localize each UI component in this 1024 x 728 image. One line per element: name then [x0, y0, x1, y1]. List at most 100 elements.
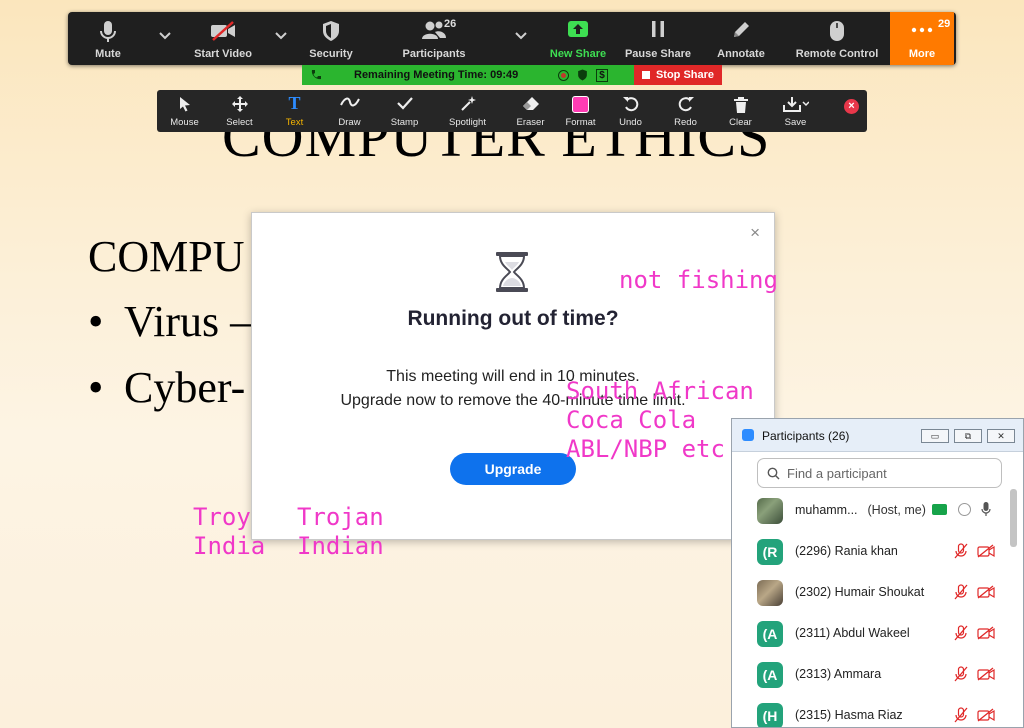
- tool-spotlight[interactable]: Spotlight: [432, 90, 503, 132]
- bullet-1-text: Virus –: [124, 297, 253, 346]
- trash-icon: [733, 97, 748, 113]
- upgrade-button[interactable]: Upgrade: [450, 453, 576, 485]
- more-button[interactable]: 29 More: [890, 12, 954, 65]
- redo-icon: [678, 97, 694, 112]
- slide-bullet-1: • Virus –: [88, 296, 252, 347]
- pause-share-label: Pause Share: [624, 48, 692, 60]
- more-label: More: [908, 48, 936, 60]
- close-panel-button[interactable]: ✕: [987, 429, 1015, 443]
- annotation-companies: South African Coca Cola ABL/NBP etc: [566, 377, 754, 463]
- tool-save-label: Save: [784, 117, 807, 128]
- tool-undo-label: Undo: [619, 117, 642, 128]
- tool-draw[interactable]: Draw: [322, 90, 377, 132]
- participants-button[interactable]: 26 Participants: [364, 12, 504, 65]
- magic-wand-icon: [460, 96, 476, 111]
- dollar-icon[interactable]: $: [596, 68, 608, 82]
- tool-text[interactable]: T Text: [267, 90, 322, 132]
- tool-redo[interactable]: Redo: [658, 90, 713, 132]
- participant-row[interactable]: (A (2311) Abdul Wakeel: [732, 613, 1007, 654]
- video-muted-icon[interactable]: [977, 708, 995, 722]
- stop-share-button[interactable]: Stop Share: [634, 65, 722, 85]
- meeting-toolbar: Mute Start Video Security 26 Participant…: [68, 12, 956, 65]
- restore-button[interactable]: ⧉: [954, 429, 982, 443]
- tool-eraser[interactable]: Eraser: [503, 90, 558, 132]
- mute-label: Mute: [95, 48, 121, 60]
- security-label: Security: [309, 48, 353, 60]
- tool-select[interactable]: Select: [212, 90, 267, 132]
- participant-row[interactable]: muhamm... (Host, me): [732, 490, 1007, 531]
- participant-row[interactable]: (H (2315) Hasma Riaz: [732, 695, 1007, 727]
- pencil-icon: [734, 22, 749, 37]
- bullet-symbol: •: [88, 297, 104, 346]
- new-share-button[interactable]: New Share: [538, 12, 618, 65]
- recording-icon: [958, 503, 971, 516]
- participants-panel-title: Participants (26): [762, 429, 850, 443]
- tool-eraser-label: Eraser: [516, 117, 545, 128]
- meeting-time-bar: Remaining Meeting Time: 09:49 $: [302, 65, 634, 85]
- tool-spotlight-label: Spotlight: [449, 117, 486, 128]
- video-options-caret[interactable]: [264, 12, 298, 65]
- tool-stamp[interactable]: Stamp: [377, 90, 432, 132]
- tool-save[interactable]: Save: [768, 90, 823, 132]
- download-icon: [782, 97, 809, 112]
- participants-panel: Participants (26) ▭ ⧉ ✕ muhamm...(Host, …: [731, 418, 1024, 728]
- time-limit-dialog: × Running out of time? This meeting will…: [251, 212, 775, 540]
- shield-icon[interactable]: [577, 69, 588, 81]
- mic-muted-icon[interactable]: [954, 584, 968, 600]
- tool-format[interactable]: Format: [558, 90, 603, 132]
- hourglass-icon: [496, 252, 528, 292]
- mute-options-caret[interactable]: [148, 12, 182, 65]
- tool-clear[interactable]: Clear: [713, 90, 768, 132]
- avatar: (H: [757, 703, 783, 727]
- tool-clear-label: Clear: [729, 117, 752, 128]
- start-video-button[interactable]: Start Video: [182, 12, 264, 65]
- avatar: (A: [757, 621, 783, 647]
- participant-name: (2313) Ammara: [795, 667, 882, 681]
- participants-options-caret[interactable]: [504, 12, 538, 65]
- participants-scrollbar[interactable]: [1010, 489, 1017, 547]
- avatar: (R: [757, 539, 783, 565]
- new-share-label: New Share: [549, 48, 607, 60]
- stop-icon: [641, 71, 650, 79]
- dialog-title: Running out of time?: [407, 307, 619, 330]
- mic-muted-icon[interactable]: [954, 707, 968, 723]
- annotation-toolbar: Mouse Select T Text Draw Stamp Spotlight…: [157, 90, 867, 132]
- mute-button[interactable]: Mute: [68, 12, 148, 65]
- tool-mouse[interactable]: Mouse: [157, 90, 212, 132]
- chevron-down-icon: [159, 32, 171, 40]
- microphone-icon: [100, 21, 116, 42]
- share-screen-icon: [568, 21, 588, 37]
- microphone-icon[interactable]: [981, 501, 991, 517]
- video-muted-icon[interactable]: [977, 626, 995, 640]
- video-muted-icon[interactable]: [977, 667, 995, 681]
- pause-share-button[interactable]: Pause Share: [618, 12, 698, 65]
- more-dots-icon: [911, 27, 933, 33]
- annotation-trojan: Trojan Indian: [297, 503, 384, 560]
- checkmark-icon: [396, 97, 413, 110]
- text-icon: T: [288, 93, 301, 113]
- participant-row[interactable]: (2302) Humair Shoukat: [732, 572, 1007, 613]
- participant-row[interactable]: (R (2296) Rania khan: [732, 531, 1007, 572]
- annotate-button[interactable]: Annotate: [698, 12, 784, 65]
- move-arrows-icon: [231, 96, 248, 112]
- dialog-close-button[interactable]: ×: [750, 223, 760, 243]
- shield-icon: [323, 21, 339, 41]
- security-button[interactable]: Security: [298, 12, 364, 65]
- search-input[interactable]: [785, 465, 989, 482]
- minimize-button[interactable]: ▭: [921, 429, 949, 443]
- annotation-troy: Troy India: [193, 503, 266, 560]
- close-annotation-button[interactable]: ×: [844, 99, 859, 114]
- tool-undo[interactable]: Undo: [603, 90, 658, 132]
- remote-control-button[interactable]: Remote Control: [784, 12, 890, 65]
- record-icon[interactable]: [558, 69, 570, 81]
- participant-row[interactable]: (A (2313) Ammara: [732, 654, 1007, 695]
- mic-muted-icon[interactable]: [954, 543, 968, 559]
- participant-search[interactable]: [757, 458, 1002, 488]
- video-muted-icon[interactable]: [977, 544, 995, 558]
- sharing-icon: [932, 504, 947, 515]
- video-muted-icon[interactable]: [977, 585, 995, 599]
- participants-label: Participants: [402, 48, 466, 60]
- color-swatch-icon: [572, 96, 589, 113]
- mic-muted-icon[interactable]: [954, 666, 968, 682]
- mic-muted-icon[interactable]: [954, 625, 968, 641]
